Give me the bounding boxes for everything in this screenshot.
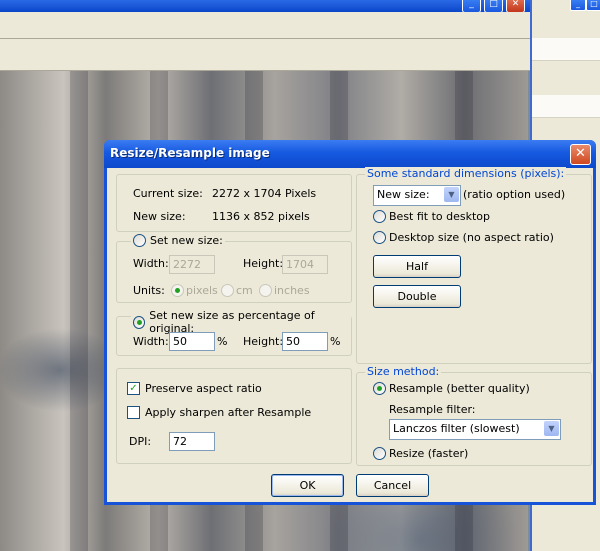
ok-button[interactable]: OK [271, 474, 344, 497]
units-cm-radio[interactable] [221, 284, 234, 297]
set-new-size-option[interactable]: Set new size: [131, 234, 225, 247]
new-size-select[interactable]: New size: ▼ [373, 185, 461, 206]
current-size-label: Current size: [133, 187, 203, 200]
pct-height-label: Height: [243, 335, 284, 348]
dialog-title: Resize/Resample image [110, 146, 270, 160]
resize-radio[interactable] [373, 447, 386, 460]
chevron-down-icon[interactable]: ▼ [544, 421, 559, 436]
preserve-aspect-label: Preserve aspect ratio [145, 382, 262, 395]
dpi-label: DPI: [129, 435, 152, 448]
desktop-size-radio[interactable] [373, 231, 386, 244]
width-input[interactable]: 2272 [169, 255, 215, 274]
standard-dimensions-legend: Some standard dimensions (pixels): [365, 167, 567, 180]
background-window-titlebar[interactable]: _ □ ✕ [0, 0, 530, 13]
resample-radio[interactable] [373, 382, 386, 395]
preserve-aspect-checkbox[interactable]: ✓ [127, 382, 140, 395]
options-group: ✓ Preserve aspect ratio Apply sharpen af… [116, 368, 352, 464]
dialog-titlebar[interactable]: Resize/Resample image ✕ [104, 140, 596, 168]
close-icon[interactable]: ✕ [570, 144, 591, 165]
background-toolbar [0, 39, 530, 71]
new-size-select-value: New size: [377, 188, 430, 201]
resize-resample-dialog: Resize/Resample image ✕ Current size: 22… [104, 140, 596, 505]
resample-label: Resample (better quality) [389, 382, 530, 395]
pct-width-percent: % [217, 335, 228, 348]
resample-filter-label: Resample filter: [389, 403, 476, 416]
new-size-label: New size: [133, 210, 186, 223]
units-inches-radio[interactable] [259, 284, 272, 297]
resample-filter-select[interactable]: Lanczos filter (slowest) ▼ [389, 419, 561, 440]
units-cm-label: cm [236, 284, 253, 297]
double-button[interactable]: Double [373, 285, 461, 308]
percentage-group: Set new size as percentage of original: … [116, 309, 352, 356]
percentage-radio[interactable] [133, 315, 146, 329]
standard-dimensions-group: Some standard dimensions (pixels): New s… [356, 167, 592, 364]
size-info-group: Current size: 2272 x 1704 Pixels New siz… [116, 174, 352, 232]
units-label: Units: [133, 284, 165, 297]
set-new-size-group: Set new size: Width: 2272 Height: 1704 U… [116, 234, 352, 303]
units-pixels-radio[interactable] [171, 284, 184, 297]
height-label: Height: [243, 257, 284, 270]
half-button[interactable]: Half [373, 255, 461, 278]
side-maximize-icon[interactable]: □ [586, 0, 600, 11]
chevron-down-icon[interactable]: ▼ [444, 187, 459, 202]
dpi-input[interactable]: 72 [169, 432, 215, 451]
pct-width-input[interactable]: 50 [169, 332, 215, 351]
resample-filter-value: Lanczos filter (slowest) [393, 422, 520, 435]
pct-height-input[interactable]: 50 [282, 332, 328, 351]
new-size-value: 1136 x 852 pixels [212, 210, 310, 223]
pct-height-percent: % [330, 335, 341, 348]
background-menubar [0, 12, 530, 39]
desktop-size-label: Desktop size (no aspect ratio) [389, 231, 554, 244]
height-input[interactable]: 1704 [282, 255, 328, 274]
apply-sharpen-label: Apply sharpen after Resample [145, 406, 312, 419]
cancel-button[interactable]: Cancel [356, 474, 429, 497]
pct-width-label: Width: [133, 335, 169, 348]
apply-sharpen-checkbox[interactable] [127, 406, 140, 419]
set-new-size-radio[interactable] [133, 234, 146, 247]
current-size-value: 2272 x 1704 Pixels [212, 187, 317, 200]
size-method-legend: Size method: [365, 365, 442, 378]
size-method-group: Size method: Resample (better quality) R… [356, 365, 592, 466]
best-fit-radio[interactable] [373, 210, 386, 223]
width-label: Width: [133, 257, 169, 270]
resize-label: Resize (faster) [389, 447, 469, 460]
units-pixels-label: pixels [186, 284, 218, 297]
best-fit-label: Best fit to desktop [389, 210, 491, 223]
set-new-size-label: Set new size: [150, 234, 223, 247]
side-minimize-icon[interactable]: _ [570, 0, 586, 11]
units-inches-label: inches [274, 284, 310, 297]
dialog-client-area: Current size: 2272 x 1704 Pixels New siz… [107, 167, 593, 502]
ratio-note: (ratio option used) [463, 188, 566, 201]
